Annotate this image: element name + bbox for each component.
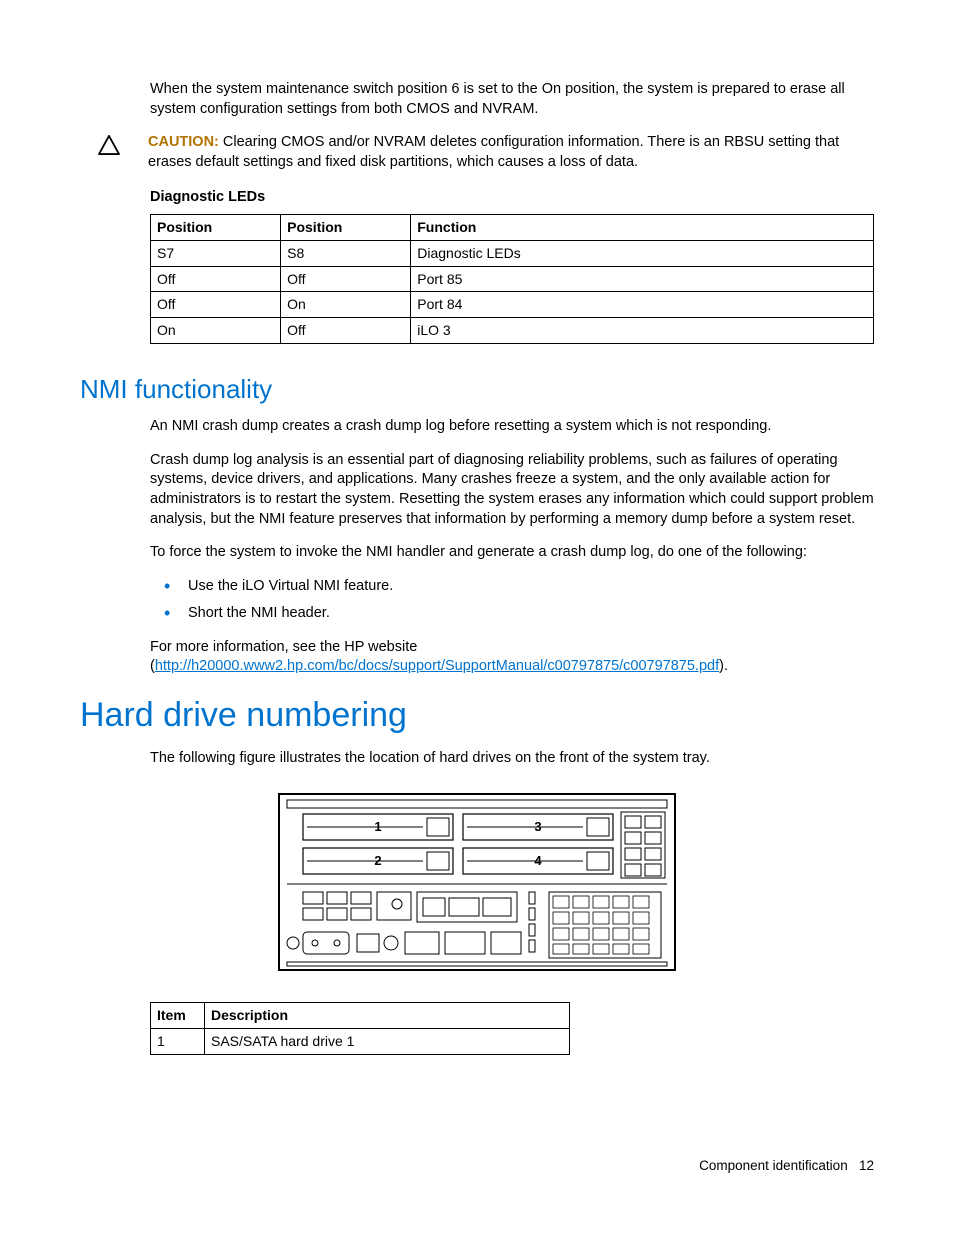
table-cell: Off (151, 292, 281, 318)
table-cell: Port 84 (411, 292, 874, 318)
list-item: Short the NMI header. (150, 604, 874, 624)
nmi-heading: NMI functionality (80, 372, 874, 407)
page-footer: Component identification 12 (699, 1157, 874, 1175)
table-cell: SAS/SATA hard drive 1 (205, 1029, 570, 1055)
itemdesc-th-2: Description (205, 1003, 570, 1029)
nmi-moreinfo: For more information, see the HP website… (150, 638, 874, 677)
hard-drive-figure: 1 2 3 4 (277, 792, 677, 972)
hdn-p1: The following figure illustrates the loc… (150, 749, 874, 769)
table-cell: 1 (151, 1029, 205, 1055)
nmi-p2: Crash dump log analysis is an essential … (150, 451, 874, 529)
fig-label-2: 2 (374, 853, 381, 868)
caution-text: Clearing CMOS and/or NVRAM deletes confi… (148, 134, 839, 170)
nmi-bullet-list: Use the iLO Virtual NMI feature. Short th… (150, 577, 874, 624)
table-cell: Off (281, 266, 411, 292)
table-cell: Port 85 (411, 266, 874, 292)
itemdesc-th-1: Item (151, 1003, 205, 1029)
table-cell: Off (281, 318, 411, 344)
table-cell: Diagnostic LEDs (411, 240, 874, 266)
list-item: Use the iLO Virtual NMI feature. (150, 577, 874, 597)
diag-th-3: Function (411, 214, 874, 240)
table-cell: On (281, 292, 411, 318)
nmi-p3: To force the system to invoke the NMI ha… (150, 543, 874, 563)
table-cell: iLO 3 (411, 318, 874, 344)
diag-th-1: Position (151, 214, 281, 240)
table-row: OffOffPort 85 (151, 266, 874, 292)
diagnostic-table: Position Position Function S7S8Diagnosti… (150, 214, 874, 344)
fig-label-1: 1 (374, 819, 381, 834)
nmi-p4-suffix: ). (719, 658, 728, 674)
table-cell: S7 (151, 240, 281, 266)
table-row: OnOffiLO 3 (151, 318, 874, 344)
table-row: OffOnPort 84 (151, 292, 874, 318)
hp-support-link[interactable]: http://h20000.www2.hp.com/bc/docs/suppor… (155, 658, 719, 674)
caution-label: CAUTION: (148, 134, 219, 150)
intro-paragraph: When the system maintenance switch posit… (150, 80, 874, 119)
diagnostic-leds-heading: Diagnostic LEDs (150, 188, 874, 208)
hard-drive-numbering-heading: Hard drive numbering (80, 693, 874, 739)
footer-page: 12 (859, 1158, 874, 1173)
table-cell: S8 (281, 240, 411, 266)
diag-th-2: Position (281, 214, 411, 240)
table-cell: Off (151, 266, 281, 292)
caution-block: CAUTION: Clearing CMOS and/or NVRAM dele… (80, 133, 874, 172)
nmi-p1: An NMI crash dump creates a crash dump l… (150, 417, 874, 437)
item-description-table: Item Description 1SAS/SATA hard drive 1 (150, 1002, 570, 1055)
fig-label-4: 4 (534, 853, 542, 868)
footer-section: Component identification (699, 1158, 848, 1173)
fig-label-3: 3 (534, 819, 541, 834)
table-row: 1SAS/SATA hard drive 1 (151, 1029, 570, 1055)
table-row: S7S8Diagnostic LEDs (151, 240, 874, 266)
table-cell: On (151, 318, 281, 344)
caution-icon (98, 135, 122, 155)
